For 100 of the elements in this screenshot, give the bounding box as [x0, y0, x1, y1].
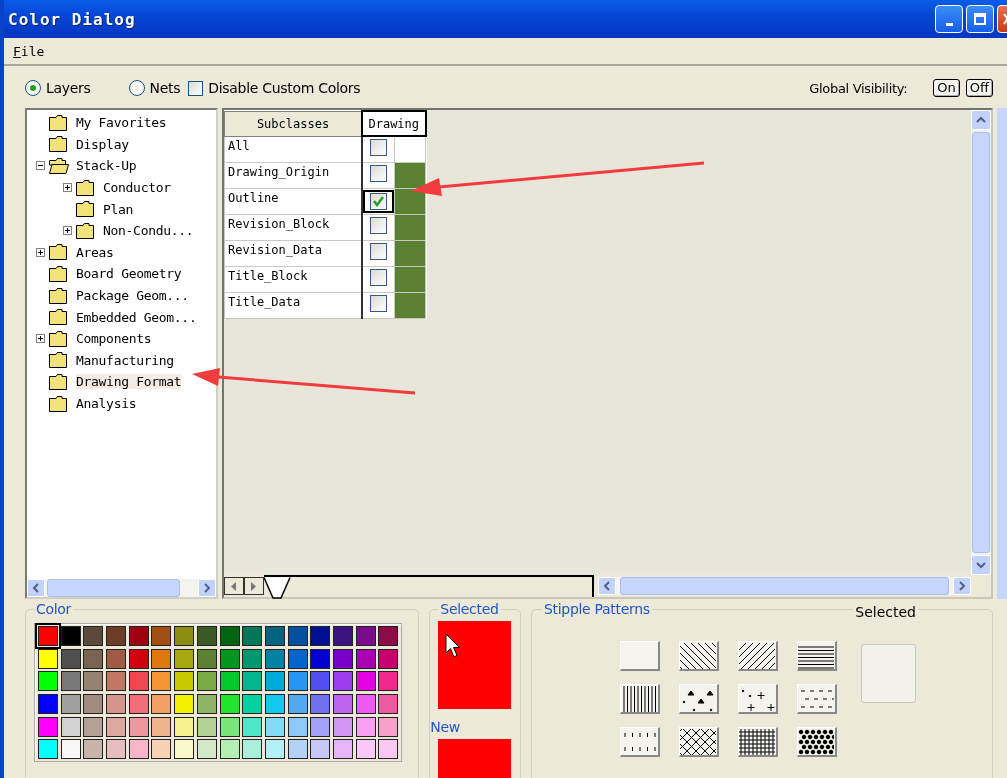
color-swatch[interactable] [264, 648, 285, 669]
tree-item[interactable]: Board Geometry [76, 266, 182, 282]
stipple-pattern-button[interactable] [679, 727, 719, 757]
color-swatch[interactable] [310, 716, 331, 737]
color-swatch[interactable] [287, 716, 308, 737]
color-swatch[interactable] [310, 694, 331, 715]
color-swatch[interactable] [378, 648, 399, 669]
color-swatch[interactable] [355, 739, 376, 760]
tree-item[interactable]: Drawing Format [76, 374, 182, 390]
tree-item[interactable]: Areas [76, 244, 114, 260]
tree-item[interactable]: My Favorites [76, 115, 167, 131]
color-swatch[interactable] [106, 694, 127, 715]
color-swatch[interactable] [378, 739, 399, 760]
color-swatch[interactable] [38, 694, 58, 715]
color-swatch[interactable] [378, 716, 399, 737]
color-swatch[interactable] [196, 694, 217, 715]
stipple-pattern-button[interactable] [679, 641, 719, 671]
color-swatch[interactable] [332, 648, 353, 669]
color-swatch[interactable] [242, 694, 263, 715]
color-swatch[interactable] [83, 671, 104, 692]
color-swatch[interactable] [151, 694, 172, 715]
color-swatch[interactable] [106, 671, 127, 692]
stipple-pattern-button[interactable] [620, 684, 660, 714]
color-swatch[interactable] [38, 648, 58, 669]
expand-icon[interactable] [62, 183, 72, 193]
color-swatch[interactable] [242, 671, 263, 692]
previous-sheet-button[interactable] [224, 577, 244, 595]
color-swatch[interactable] [355, 626, 376, 646]
color-swatch[interactable] [60, 739, 81, 760]
color-swatch[interactable] [38, 671, 58, 692]
color-swatch[interactable] [264, 739, 285, 760]
expand-icon[interactable] [62, 226, 72, 236]
color-swatch[interactable] [310, 626, 331, 646]
checkbox[interactable] [370, 192, 387, 210]
stipple-pattern-button[interactable] [797, 641, 837, 671]
visibility-button[interactable]: Off [965, 79, 993, 97]
color-swatch[interactable] [332, 716, 353, 737]
color-swatch[interactable] [38, 739, 58, 760]
scroll-up-button[interactable] [971, 110, 991, 130]
tree-item[interactable]: Components [76, 331, 152, 347]
scrollbar-thumb[interactable] [620, 577, 949, 595]
color-swatch[interactable] [287, 739, 308, 760]
color-swatch[interactable] [287, 626, 308, 646]
color-swatch[interactable] [83, 739, 104, 760]
color-swatch[interactable] [196, 671, 217, 692]
color-swatch[interactable] [219, 716, 240, 737]
color-swatch[interactable] [196, 626, 217, 646]
color-swatch[interactable] [287, 648, 308, 669]
color-swatch[interactable] [355, 671, 376, 692]
color-swatch[interactable] [219, 626, 240, 646]
color-swatch[interactable] [287, 671, 308, 692]
color-swatch[interactable] [332, 739, 353, 760]
color-swatch[interactable] [128, 739, 149, 760]
color-swatch[interactable] [355, 716, 376, 737]
expand-icon[interactable] [35, 247, 45, 257]
color-swatch[interactable] [174, 648, 195, 669]
color-swatch[interactable] [242, 716, 263, 737]
checkbox[interactable] [188, 80, 204, 96]
color-swatch[interactable] [332, 671, 353, 692]
color-swatch[interactable] [151, 648, 172, 669]
color-swatch[interactable] [264, 671, 285, 692]
minimize-button[interactable] [935, 5, 963, 33]
checkbox[interactable] [370, 165, 387, 182]
color-swatch[interactable] [60, 626, 81, 646]
stipple-pattern-button[interactable] [738, 641, 778, 671]
scroll-left-button[interactable] [598, 577, 616, 595]
color-swatch[interactable] [378, 694, 399, 715]
menu-item[interactable]: File [10, 43, 48, 59]
color-swatch[interactable] [219, 739, 240, 760]
color-swatch[interactable] [310, 739, 331, 760]
tree-item[interactable]: Embedded Geom... [76, 309, 197, 325]
visibility-button[interactable]: On [933, 79, 960, 97]
color-swatch[interactable] [106, 648, 127, 669]
checkbox[interactable] [370, 269, 387, 286]
color-swatch[interactable] [60, 716, 81, 737]
color-swatch[interactable] [60, 671, 81, 692]
color-swatch[interactable] [106, 716, 127, 737]
tree-item[interactable]: Conductor [103, 180, 171, 196]
color-swatch[interactable] [219, 671, 240, 692]
checkbox[interactable] [370, 243, 387, 260]
color-swatch[interactable] [151, 716, 172, 737]
color-swatch[interactable] [38, 626, 58, 646]
color-swatch[interactable] [264, 626, 285, 646]
color-swatch[interactable] [151, 739, 172, 760]
color-swatch[interactable] [60, 648, 81, 669]
color-swatch[interactable] [332, 694, 353, 715]
scroll-down-button[interactable] [971, 555, 991, 575]
stipple-pattern-button[interactable] [738, 727, 778, 757]
color-swatch[interactable] [196, 716, 217, 737]
color-swatch[interactable] [174, 739, 195, 760]
color-swatch[interactable] [219, 648, 240, 669]
color-swatch[interactable] [83, 694, 104, 715]
color-swatch[interactable] [151, 671, 172, 692]
tree-item[interactable]: Plan [103, 201, 134, 217]
color-swatch[interactable] [378, 671, 399, 692]
color-swatch[interactable] [174, 671, 195, 692]
color-swatch[interactable] [60, 694, 81, 715]
tree-item[interactable]: Manufacturing [76, 352, 174, 368]
maximize-button[interactable] [966, 5, 994, 33]
next-sheet-button[interactable] [244, 577, 264, 595]
